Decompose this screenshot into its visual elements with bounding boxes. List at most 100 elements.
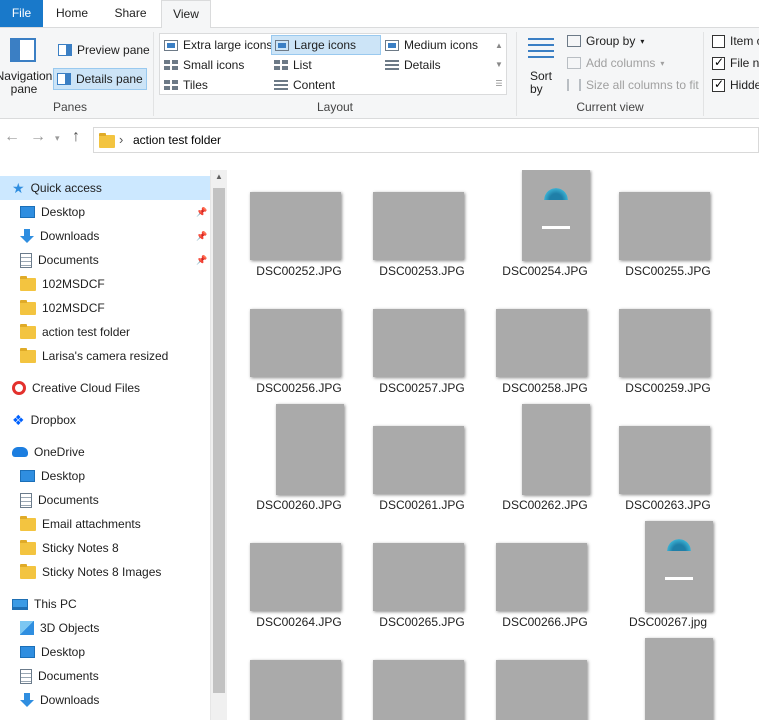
recent-locations-chevron-icon[interactable]: ▾ (55, 133, 60, 144)
file-item[interactable]: DSC00260.JPG (247, 404, 351, 521)
add-columns-button[interactable]: Add columns ▾ (567, 56, 664, 70)
file-item[interactable]: DSC00264.JPG (247, 521, 351, 638)
tab-home[interactable]: Home (45, 0, 99, 27)
sidebar-item-onedrive[interactable]: OneDrive (0, 440, 210, 464)
file-item[interactable]: DSC00268.JPG (247, 638, 351, 720)
file-item[interactable]: DSC00256.JPG (247, 287, 351, 404)
layout-option-label: Content (293, 78, 336, 92)
tab-file[interactable]: File (0, 0, 43, 27)
sign-arrow-icon (665, 577, 693, 581)
layout-tiles[interactable]: Tiles (164, 78, 208, 92)
file-item[interactable]: DSC00258.JPG (493, 287, 597, 404)
layout-option-label: Small icons (183, 58, 245, 72)
pin-icon: 📌 (196, 206, 208, 217)
sidebar-item[interactable]: Sticky Notes 8 Images (0, 560, 210, 584)
sidebar-item[interactable]: Desktop (0, 640, 210, 664)
item-checkboxes-toggle[interactable]: Item c (712, 34, 759, 48)
item-checkboxes-label: Item c (730, 34, 759, 48)
sidebar-item[interactable]: Downloads (0, 688, 210, 712)
folder-icon (20, 515, 36, 531)
size-all-columns-button[interactable]: Size all columns to fit (567, 78, 699, 92)
file-item[interactable]: DSC00267.jpg (616, 521, 720, 638)
back-arrow-icon[interactable]: ← (4, 128, 20, 146)
layout-extra-large-icons[interactable]: Extra large icons (164, 38, 272, 52)
file-item[interactable]: DSC00253.JPG (370, 170, 474, 287)
folder-icon (99, 133, 115, 148)
sidebar-item[interactable]: 3D Objects (0, 616, 210, 640)
sidebar-item-label: 3D Objects (40, 621, 100, 635)
sidebar-item-label: Dropbox (30, 413, 76, 427)
breadcrumb-current-folder[interactable]: action test folder (133, 133, 221, 147)
address-row: ← → ▾ ↑ › action test folder (0, 120, 759, 158)
folder-icon (20, 347, 36, 363)
sidebar-item-label: Documents (38, 253, 99, 267)
preview-pane-button[interactable]: Preview pane (55, 40, 153, 60)
layout-small-icons[interactable]: Small icons (164, 58, 244, 72)
layout-gallery-scroll[interactable]: ▲ ▼ ☰ (493, 36, 505, 93)
file-name-label: DSC00252.JPG (256, 264, 342, 278)
tab-view[interactable]: View (161, 0, 211, 28)
file-item[interactable]: DSC00262.JPG (493, 404, 597, 521)
sidebar-scrollbar[interactable]: ▲ (210, 170, 227, 720)
file-item[interactable]: DSC00271.JPG (616, 638, 720, 720)
sidebar-item-dropbox[interactable]: ❖ Dropbox (0, 408, 210, 432)
list-icon (274, 59, 288, 71)
sign-arrow-icon (542, 226, 570, 230)
group-by-button[interactable]: Group by ▾ (567, 34, 644, 48)
layout-details[interactable]: Details (385, 58, 441, 72)
ribbon-divider (703, 32, 704, 116)
sidebar-item[interactable]: Sticky Notes 8 (0, 536, 210, 560)
sidebar-item[interactable]: Documents (0, 488, 210, 512)
sidebar-item-label: 102MSDCF (42, 277, 105, 291)
dropbox-icon: ❖ (12, 412, 25, 428)
file-item[interactable]: DSC00269.JPG (370, 638, 474, 720)
sort-by-button[interactable]: Sort by (522, 28, 560, 98)
breadcrumb-separator[interactable]: › (119, 132, 123, 147)
up-arrow-icon[interactable]: ↑ (72, 128, 80, 146)
layout-medium-icons[interactable]: Medium icons (385, 38, 478, 52)
tab-share[interactable]: Share (103, 0, 158, 27)
sidebar-item[interactable]: 102MSDCF (0, 296, 210, 320)
file-item[interactable]: DSC00254.JPG (493, 170, 597, 287)
details-pane-button[interactable]: Details pane (53, 68, 147, 90)
file-item[interactable]: DSC00255.JPG (616, 170, 720, 287)
address-bar[interactable]: › action test folder (93, 127, 759, 153)
navigation-pane: ★ Quick access Desktop 📌 Downloads 📌 Documents… (0, 170, 210, 720)
file-item[interactable]: DSC00263.JPG (616, 404, 720, 521)
sidebar-item[interactable]: Documents (0, 664, 210, 688)
forward-arrow-icon[interactable]: → (30, 128, 46, 146)
file-item[interactable]: DSC00257.JPG (370, 287, 474, 404)
sidebar-item-label: Desktop (41, 469, 86, 483)
file-name-label: DSC00261.JPG (379, 498, 465, 512)
scrollbar-thumb[interactable] (213, 188, 225, 693)
layout-list[interactable]: List (274, 58, 312, 72)
sidebar-item[interactable]: Documents 📌 (0, 248, 210, 272)
file-item[interactable]: DSC00265.JPG (370, 521, 474, 638)
file-name-extensions-toggle[interactable]: File n (712, 55, 759, 70)
sidebar-item[interactable]: Desktop (0, 464, 210, 488)
layout-large-icons[interactable]: Large icons (271, 35, 381, 55)
documents-icon (20, 252, 32, 268)
sidebar-item[interactable]: Desktop 📌 (0, 200, 210, 224)
hidden-items-toggle[interactable]: Hidde (712, 77, 759, 92)
file-item[interactable]: DSC00252.JPG (247, 170, 351, 287)
scroll-up-icon[interactable]: ▲ (215, 172, 223, 181)
sidebar-item-quick-access[interactable]: ★ Quick access (0, 176, 210, 200)
ribbon-tabs: File Home Share View (0, 0, 759, 28)
sidebar-item-this-pc[interactable]: This PC (0, 592, 210, 616)
layout-content[interactable]: Content (274, 78, 335, 92)
file-item[interactable]: DSC00259.JPG (616, 287, 720, 404)
sidebar-item[interactable]: action test folder (0, 320, 210, 344)
image-thumbnail (496, 660, 587, 720)
sidebar-item[interactable]: 102MSDCF (0, 272, 210, 296)
sidebar-item[interactable]: Downloads 📌 (0, 224, 210, 248)
sidebar-item-creative-cloud[interactable]: Creative Cloud Files (0, 376, 210, 400)
file-item[interactable]: DSC00270.jpg (493, 638, 597, 720)
file-item[interactable]: DSC00266.JPG (493, 521, 597, 638)
file-item[interactable]: DSC00261.JPG (370, 404, 474, 521)
navigation-pane-button[interactable]: Navigation pane (0, 28, 52, 98)
sidebar-item-label: Desktop (41, 645, 86, 659)
sidebar-item[interactable]: Email attachments (0, 512, 210, 536)
group-by-icon (567, 35, 581, 47)
sidebar-item[interactable]: Larisa's camera resized (0, 344, 210, 368)
